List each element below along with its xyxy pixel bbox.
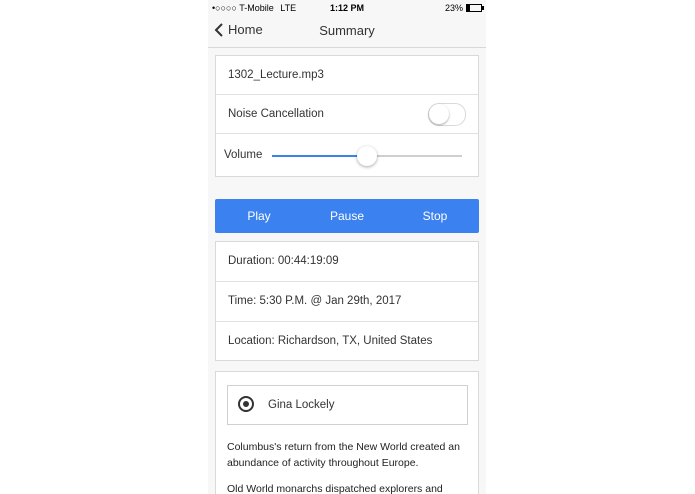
noise-cancellation-row: Noise Cancellation — [216, 95, 478, 134]
volume-label: Volume — [224, 149, 263, 161]
volume-row: Volume — [216, 134, 478, 176]
file-row: 1302_Lecture.mp3 — [216, 56, 478, 95]
stop-button[interactable]: Stop — [391, 199, 479, 233]
file-name: 1302_Lecture.mp3 — [228, 69, 324, 81]
duration-row: Duration: 00:44:19:09 — [216, 242, 478, 282]
phone-screen: •○○○○ T-Mobile LTE 1:12 PM 23% Home Summ… — [208, 0, 486, 494]
navigation-bar: Home Summary — [208, 15, 486, 48]
volume-fill — [272, 155, 367, 157]
status-bar: •○○○○ T-Mobile LTE 1:12 PM 23% — [208, 0, 486, 15]
play-button[interactable]: Play — [215, 199, 303, 233]
pause-button[interactable]: Pause — [303, 199, 391, 233]
toggle-knob — [429, 104, 449, 124]
battery-percent: 23% — [444, 3, 463, 13]
audio-settings-card: 1302_Lecture.mp3 Noise Cancellation Volu… — [215, 55, 479, 177]
noise-cancellation-toggle[interactable] — [428, 103, 466, 126]
location-text: Location: Richardson, TX, United States — [228, 335, 433, 347]
transcript-card: Gina Lockely Columbus's return from the … — [215, 371, 479, 494]
time-row: Time: 5:30 P.M. @ Jan 29th, 2017 — [216, 282, 478, 322]
page-title: Summary — [319, 23, 375, 38]
speaker-option[interactable]: Gina Lockely — [227, 385, 468, 425]
noise-cancellation-label: Noise Cancellation — [228, 108, 324, 120]
location-row: Location: Richardson, TX, United States — [216, 322, 478, 360]
transcript-paragraph: Columbus's return from the New World cre… — [227, 441, 460, 469]
radio-selected-icon — [238, 396, 254, 412]
recording-info-card: Duration: 00:44:19:09 Time: 5:30 P.M. @ … — [215, 241, 479, 361]
duration-text: Duration: 00:44:19:09 — [228, 255, 339, 267]
volume-slider[interactable] — [272, 146, 462, 166]
battery-icon — [466, 4, 484, 12]
playback-controls: Play Pause Stop — [215, 199, 479, 233]
volume-thumb[interactable] — [357, 146, 377, 166]
time-text: Time: 5:30 P.M. @ Jan 29th, 2017 — [228, 295, 402, 307]
transcript-paragraph: Old World monarchs dispatched explorers … — [227, 483, 443, 494]
speaker-name: Gina Lockely — [268, 399, 335, 411]
